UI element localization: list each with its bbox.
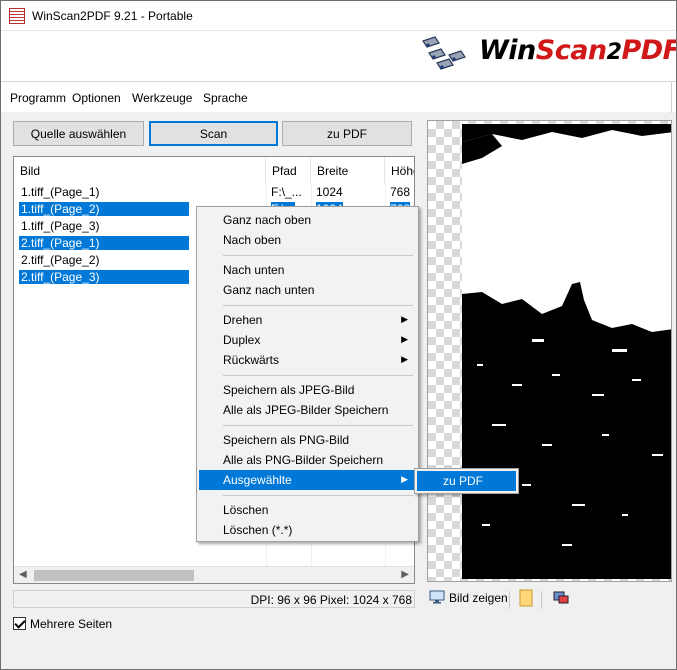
cell-bild: 2.tiff_(Page_2) [21, 253, 100, 267]
cell-hoehe: 768 [390, 185, 411, 199]
title-bar[interactable]: WinScan2PDF 9.21 - Portable [1, 1, 676, 31]
app-icon[interactable] [9, 8, 25, 24]
to-pdf-button[interactable]: zu PDF [282, 121, 412, 146]
cell-bild: 2.tiff_(Page_3) [19, 270, 189, 284]
menu-item-rotate-label: Drehen [223, 313, 263, 327]
logo-text-scan: Scan [535, 35, 607, 66]
toolbar-divider [541, 591, 542, 609]
submenu-selected: zu PDF [414, 468, 519, 494]
menu-sprache[interactable]: Sprache [203, 91, 248, 105]
cell-breite: 1024 [316, 185, 343, 199]
menu-item-duplex-label: Duplex [223, 333, 261, 347]
menu-optionen[interactable]: Optionen [72, 91, 121, 105]
scroll-left-icon[interactable]: ◀ [19, 569, 27, 580]
logo-band: WinScan2PDF [1, 31, 676, 81]
menu-werkzeuge[interactable]: Werkzeuge [132, 91, 192, 105]
show-image-button[interactable]: Bild zeigen [449, 591, 508, 605]
monitor-icon[interactable] [429, 589, 445, 608]
status-bar: DPI: 96 x 96 Pixel: 1024 x 768 [13, 590, 415, 608]
menu-separator [223, 255, 413, 256]
menu-item-delete-all[interactable]: Löschen (*.*) [199, 520, 416, 540]
logo-wordmark: WinScan2PDF [479, 35, 677, 66]
submenu-item-to-pdf[interactable]: zu PDF [417, 471, 516, 491]
menu-item-rotate[interactable]: Drehen ▶ [199, 310, 416, 330]
menu-programm[interactable]: Programm [10, 91, 66, 105]
menu-item-selected-label: Ausgewählte [223, 473, 292, 487]
menubar-edge [671, 82, 672, 113]
menu-item-save-all-png[interactable]: Alle als PNG-Bilder Speichern [199, 450, 416, 470]
scroll-right-icon[interactable]: ▶ [401, 569, 409, 580]
folder-icon[interactable] [519, 589, 533, 610]
menu-item-reverse[interactable]: Rückwärts ▶ [199, 350, 416, 370]
menu-item-save-jpeg[interactable]: Speichern als JPEG-Bild [199, 380, 416, 400]
list-header: Bild Pfad Breite Höhe [14, 157, 414, 183]
cell-pfad: F:\_... [271, 185, 302, 199]
scanner-logo-icon [422, 36, 466, 70]
menu-item-move-top[interactable]: Ganz nach oben [199, 210, 416, 230]
horizontal-scrollbar[interactable]: ◀ ▶ [14, 566, 414, 583]
menu-separator [223, 375, 413, 376]
menu-separator [223, 425, 413, 426]
submenu-arrow-icon: ▶ [401, 334, 408, 344]
preview-image [462, 124, 671, 579]
menu-item-reverse-label: Rückwärts [223, 353, 280, 367]
column-header-hoehe[interactable]: Höhe [385, 157, 414, 183]
scan-button[interactable]: Scan [149, 121, 278, 146]
menu-item-duplex[interactable]: Duplex ▶ [199, 330, 416, 350]
cell-bild: 1.tiff_(Page_3) [21, 219, 100, 233]
menu-item-move-down[interactable]: Nach unten [199, 260, 416, 280]
context-menu: Ganz nach oben Nach oben Nach unten Ganz… [196, 206, 419, 542]
column-header-breite[interactable]: Breite [311, 157, 385, 183]
menu-item-save-all-jpeg[interactable]: Alle als JPEG-Bilder Speichern [199, 400, 416, 420]
cell-bild: 1.tiff_(Page_1) [21, 185, 100, 199]
menu-bar: Programm Optionen Werkzeuge Sprache [1, 81, 676, 113]
submenu-arrow-icon: ▶ [401, 354, 408, 364]
toolbar-divider [509, 591, 510, 609]
menu-item-move-up[interactable]: Nach oben [199, 230, 416, 250]
scanner-settings-icon[interactable] [553, 589, 569, 608]
menu-item-move-bottom[interactable]: Ganz nach unten [199, 280, 416, 300]
select-source-button[interactable]: Quelle auswählen [13, 121, 144, 146]
submenu-arrow-icon: ▶ [401, 314, 408, 324]
window-title: WinScan2PDF 9.21 - Portable [32, 9, 193, 23]
menu-item-save-png[interactable]: Speichern als PNG-Bild [199, 430, 416, 450]
logo-text-win: Win [479, 35, 536, 66]
menu-item-delete[interactable]: Löschen [199, 500, 416, 520]
logo-text-two: 2 [606, 40, 622, 65]
scrollbar-thumb[interactable] [34, 570, 194, 581]
table-row[interactable]: 1.tiff_(Page_1) F:\_... 1024 768 [14, 183, 414, 200]
submenu-arrow-icon: ▶ [401, 474, 408, 484]
logo-text-pdf: PDF [621, 35, 677, 66]
image-preview [427, 120, 672, 582]
cell-bild: 1.tiff_(Page_2) [19, 202, 189, 216]
column-header-bild[interactable]: Bild [14, 157, 266, 183]
status-text: DPI: 96 x 96 Pixel: 1024 x 768 [250, 593, 412, 607]
column-header-pfad[interactable]: Pfad [266, 157, 311, 183]
app-window: WinScan2PDF 9.21 - Portable WinScan2PDF … [0, 0, 677, 670]
menu-separator [223, 305, 413, 306]
checkbox-checked-icon[interactable] [13, 617, 26, 630]
cell-bild: 2.tiff_(Page_1) [19, 236, 189, 250]
menu-separator [223, 495, 413, 496]
menu-item-selected[interactable]: Ausgewählte ▶ [199, 470, 416, 490]
multi-pages-label: Mehrere Seiten [30, 617, 113, 631]
preview-toolbar: Bild zeigen [427, 589, 676, 611]
